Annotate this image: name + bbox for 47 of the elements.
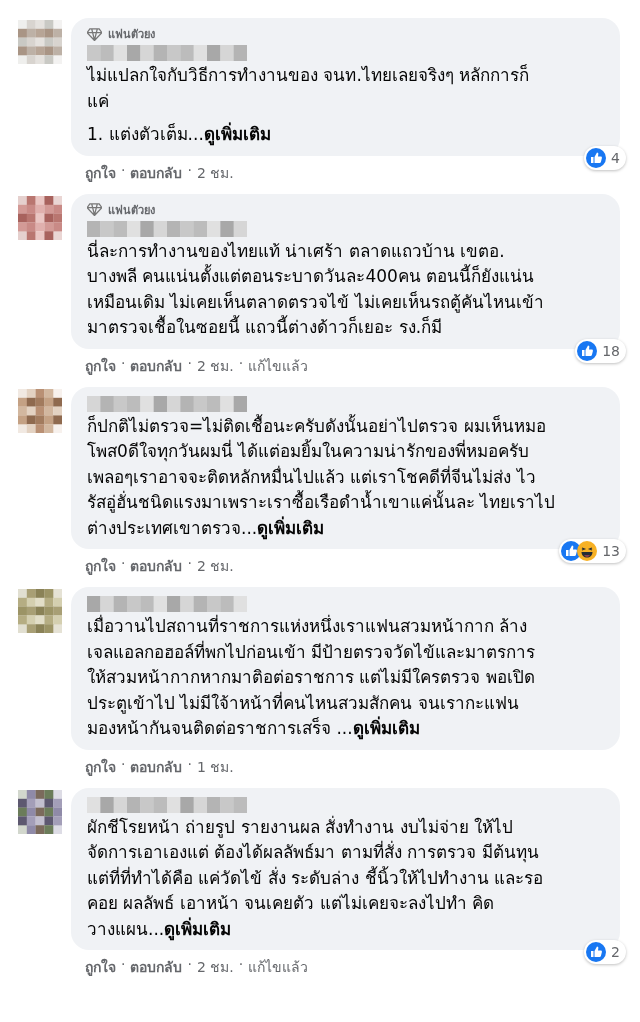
reaction-pill[interactable]: 4: [584, 145, 626, 170]
separator-dot: ·: [121, 161, 126, 180]
see-more-link[interactable]: ดูเพิ่มเติม: [352, 718, 420, 738]
comment-text: นี่ละการทำงานของไทยแท้ น่าเศร้า ตลาดแถวบ้าน เขตอ. บางพลี คนแน่นตั้งแต่ตอนระบาดวันละ400คน ตอนนี้ก็ยังแน่น เหมือนเดิม ไม่เคยเห็นตลาดตรวจไข้ ไม่เคยเห็นรถตู้คันไหนเข้า มาตรวจเชื้อในซอยนี้ แถวนี้ต่างด้าวก็เยอะ รง.ก็มี: [87, 238, 545, 339]
separator-dot: ·: [187, 354, 192, 373]
reaction-pill[interactable]: 2: [584, 940, 626, 964]
comment-text: ผักชีโรยหน้า ถ่ายรูป รายงานผล สั่งทำงาน งบไม่จ่าย ให้ไป จัดการเอาเองแต่ ต้องได้ผลลัพธ์มา ตามที่สั่ง การตรวจ มีต้นทุน แต่ที่ที่ทำได้คือ แค่วัดไข้ สั่ง ระดับล่าง ชี้นิ้วให้ไปทำงาน และรอ คอย ผลลัพธ์ เอาหน้า จนเคยตัว แต่ไม่เคยจะลงไปทำ คิด วางแผน...ดูเพิ่มเติม: [87, 814, 545, 942]
like-link[interactable]: ถูกใจ: [85, 755, 116, 778]
comment-text: ไม่แปลกใจกับวิธีการทำงานของ จนท.ไทยเลยจริงๆ หลักการก็ แค่: [87, 63, 531, 113]
edited-label: แก้ไขแล้ว: [248, 356, 309, 376]
comment-text: 1. แต่งตัวเต็ม...ดูเพิ่มเติม: [87, 122, 272, 148]
reply-link[interactable]: ตอบกลับ: [130, 956, 183, 978]
like-link[interactable]: ถูกใจ: [85, 354, 116, 377]
diamond-icon: [87, 203, 102, 216]
comment-text: ก็ปกติไม่ตรวจ=ไม่ติดเชื้อนะครับดังนั้นอย่าไปตรวจ ผมเห็นหมอ โพส0ดีใจทุกวันผมนี่ ได้แต่อมยิ้มในความน่ารักของพี่หมอครับ เพลอๆเราอาจจะติดหลักหมื่นไปแล้ว แต่เราโชคดีที่จีนไม่ส่ง ไว รัสอู่ฮั่นชนิดแรงมาเพราะเราซื้อเรือดำน้ำเขาแค่นั้นละ ไทยเราไป ต่างประเทศเขาตรวจ...ดูเพิ่มเติม: [87, 413, 557, 541]
comment-time: 2 ชม.: [196, 356, 234, 376]
comment-time: 2 ชม.: [196, 958, 234, 977]
reply-link[interactable]: ตอบกลับ: [130, 555, 183, 577]
badge-label: แฟนตัวยง: [108, 202, 155, 219]
see-more-link[interactable]: ดูเพิ่มเติม: [203, 124, 271, 144]
comment-time: 2 ชม.: [196, 557, 234, 576]
diamond-icon: [87, 27, 102, 41]
like-link[interactable]: ถูกใจ: [85, 555, 116, 577]
separator-dot: ·: [238, 354, 244, 373]
reaction-pill[interactable]: 18: [575, 338, 626, 363]
separator-dot: ·: [187, 956, 192, 974]
separator-dot: ·: [121, 354, 126, 373]
separator-dot: ·: [121, 755, 126, 774]
separator-dot: ·: [121, 956, 126, 974]
edited-label: แก้ไขแล้ว: [248, 958, 309, 977]
badge-label: แฟนตัวยง: [108, 27, 155, 43]
like-link[interactable]: ถูกใจ: [85, 956, 116, 978]
like-link[interactable]: ถูกใจ: [85, 161, 116, 184]
see-more-link[interactable]: ดูเพิ่มเติม: [257, 517, 325, 538]
comment-time: 2 ชม.: [196, 163, 234, 183]
separator-dot: ·: [187, 555, 192, 573]
reply-link[interactable]: ตอบกลับ: [130, 161, 183, 184]
reaction-pill[interactable]: 13: [559, 539, 626, 563]
reply-link[interactable]: ตอบกลับ: [130, 354, 183, 377]
comment-text: เมื่อวานไปสถานที่ราชการแห่งหนึ่งเราแฟนสวมหน้ากาก ล้าง เจลแอลกอฮอล์ที่พกไปก่อนเข้า มีป้ายตรวจวัดไข้และมาตรการ ให้สวมหน้ากากหากมาติอต่อราชการ แต่ไม่มีใครตรวจ พอเปิด ประตูเข้าไป ไม่มีใจ้าหน้าที่คนไหนสวมสักคน จนเรากะแฟน มองหน้ากันจนติดต่อราชการเสร็จ ...ดูเพิ่มเติม: [87, 614, 537, 742]
reply-link[interactable]: ตอบกลับ: [130, 755, 183, 778]
separator-dot: ·: [187, 161, 192, 180]
see-more-link[interactable]: ดูเพิ่มเติม: [164, 918, 232, 939]
comment-time: 1 ชม.: [196, 757, 234, 777]
separator-dot: ·: [121, 555, 126, 573]
separator-dot: ·: [238, 956, 244, 974]
separator-dot: ·: [187, 755, 192, 774]
